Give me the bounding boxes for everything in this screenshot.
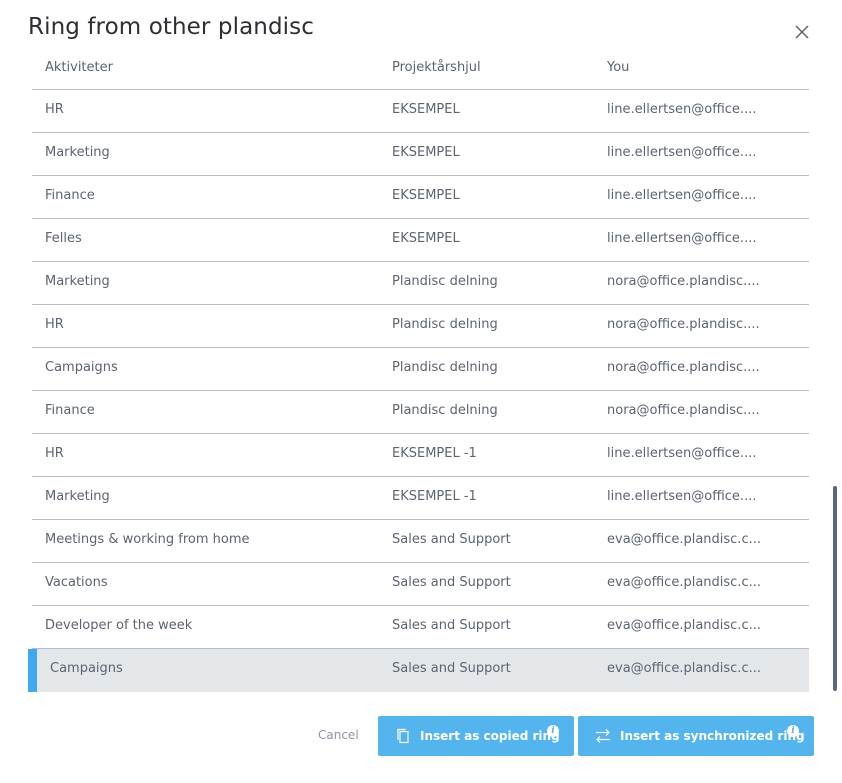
ring-name: Campaigns: [45, 360, 118, 375]
table-row[interactable]: Developer of the week Sales and Support …: [28, 606, 809, 649]
table-row[interactable]: Marketing Plandisc delning nora@office.p…: [28, 262, 809, 305]
insert-copied-ring-label: Insert as copied ring: [420, 729, 560, 743]
plandisc-name: Sales and Support: [392, 532, 511, 547]
table-row[interactable]: HR EKSEMPEL line.ellertsen@office....: [28, 90, 809, 133]
ring-name: Finance: [45, 403, 95, 418]
owner-email: nora@office.plandisc....: [607, 274, 760, 289]
table-header-row: Aktiviteter Projektårshjul You: [28, 51, 809, 90]
plandisc-name: Sales and Support: [392, 618, 511, 633]
ring-name: Vacations: [45, 575, 108, 590]
plandisc-name: EKSEMPEL: [392, 231, 460, 246]
close-button[interactable]: [790, 20, 814, 44]
ring-dialog: Ring from other plandisc Aktiviteter Pro…: [0, 0, 842, 783]
scrollbar-thumb[interactable]: [833, 486, 837, 691]
table-row[interactable]: Felles EKSEMPEL line.ellertsen@office...…: [28, 219, 809, 262]
table-row[interactable]: Marketing EKSEMPEL -1 line.ellertsen@off…: [28, 477, 809, 520]
plandisc-name: Plandisc delning: [392, 274, 498, 289]
ring-name: Felles: [45, 231, 82, 246]
owner-email: nora@office.plandisc....: [607, 317, 760, 332]
plandisc-name: EKSEMPEL: [392, 188, 460, 203]
owner-email: nora@office.plandisc....: [607, 360, 760, 375]
table-row[interactable]: Vacations Sales and Support eva@office.p…: [28, 563, 809, 606]
column-header-owner: You: [607, 60, 630, 75]
copy-icon: [396, 728, 410, 747]
insert-synchronized-ring-button[interactable]: Insert as synchronized ring i: [578, 716, 814, 756]
table-row[interactable]: HR Plandisc delning nora@office.plandisc…: [28, 305, 809, 348]
owner-email: eva@office.plandisc.c...: [607, 661, 761, 676]
column-header-activities: Aktiviteter: [45, 60, 113, 75]
plandisc-name: EKSEMPEL -1: [392, 489, 477, 504]
ring-name: HR: [45, 446, 64, 461]
table-row[interactable]: Marketing EKSEMPEL line.ellertsen@office…: [28, 133, 809, 176]
insert-copied-ring-button[interactable]: Insert as copied ring i: [378, 716, 574, 756]
ring-name: Finance: [45, 188, 95, 203]
dialog-title: Ring from other plandisc: [28, 14, 314, 40]
plandisc-name: Sales and Support: [392, 575, 511, 590]
plandisc-name: Plandisc delning: [392, 360, 498, 375]
ring-name: HR: [45, 317, 64, 332]
info-icon[interactable]: i: [787, 725, 799, 737]
plandisc-name: EKSEMPEL -1: [392, 446, 477, 461]
owner-email: line.ellertsen@office....: [607, 231, 757, 246]
cancel-button[interactable]: Cancel: [318, 728, 359, 742]
selection-indicator: [28, 649, 37, 692]
info-icon[interactable]: i: [547, 725, 559, 737]
plandisc-name: EKSEMPEL: [392, 102, 460, 117]
ring-name: Meetings & working from home: [45, 532, 250, 547]
ring-table: Aktiviteter Projektårshjul You HR EKSEMP…: [28, 47, 809, 692]
insert-synchronized-ring-label: Insert as synchronized ring: [620, 729, 805, 743]
plandisc-name: Plandisc delning: [392, 403, 498, 418]
table-row[interactable]: HR EKSEMPEL -1 line.ellertsen@office....: [28, 434, 809, 477]
table-row[interactable]: Finance EKSEMPEL line.ellertsen@office..…: [28, 176, 809, 219]
owner-email: eva@office.plandisc.c...: [607, 618, 761, 633]
table-row[interactable]: Campaigns Plandisc delning nora@office.p…: [28, 348, 809, 391]
owner-email: nora@office.plandisc....: [607, 403, 760, 418]
owner-email: line.ellertsen@office....: [607, 188, 757, 203]
sync-arrows-icon: [594, 728, 612, 747]
plandisc-name: EKSEMPEL: [392, 145, 460, 160]
owner-email: eva@office.plandisc.c...: [607, 575, 761, 590]
table-row[interactable]: Finance Plandisc delning nora@office.pla…: [28, 391, 809, 434]
owner-email: line.ellertsen@office....: [607, 446, 757, 461]
owner-email: line.ellertsen@office....: [607, 102, 757, 117]
column-header-plandisc: Projektårshjul: [392, 60, 481, 75]
plandisc-name: Plandisc delning: [392, 317, 498, 332]
ring-name: Marketing: [45, 145, 110, 160]
ring-name: Marketing: [45, 489, 110, 504]
plandisc-name: Sales and Support: [392, 661, 511, 676]
ring-name: Developer of the week: [45, 618, 193, 633]
ring-name: Campaigns: [50, 661, 123, 676]
table-row[interactable]: Meetings & working from home Sales and S…: [28, 520, 809, 563]
owner-email: line.ellertsen@office....: [607, 145, 757, 160]
owner-email: eva@office.plandisc.c...: [607, 532, 761, 547]
owner-email: line.ellertsen@office....: [607, 489, 757, 504]
table-row-selected[interactable]: Campaigns Sales and Support eva@office.p…: [28, 649, 809, 692]
ring-name: Marketing: [45, 274, 110, 289]
ring-name: HR: [45, 102, 64, 117]
close-icon: [795, 25, 809, 39]
